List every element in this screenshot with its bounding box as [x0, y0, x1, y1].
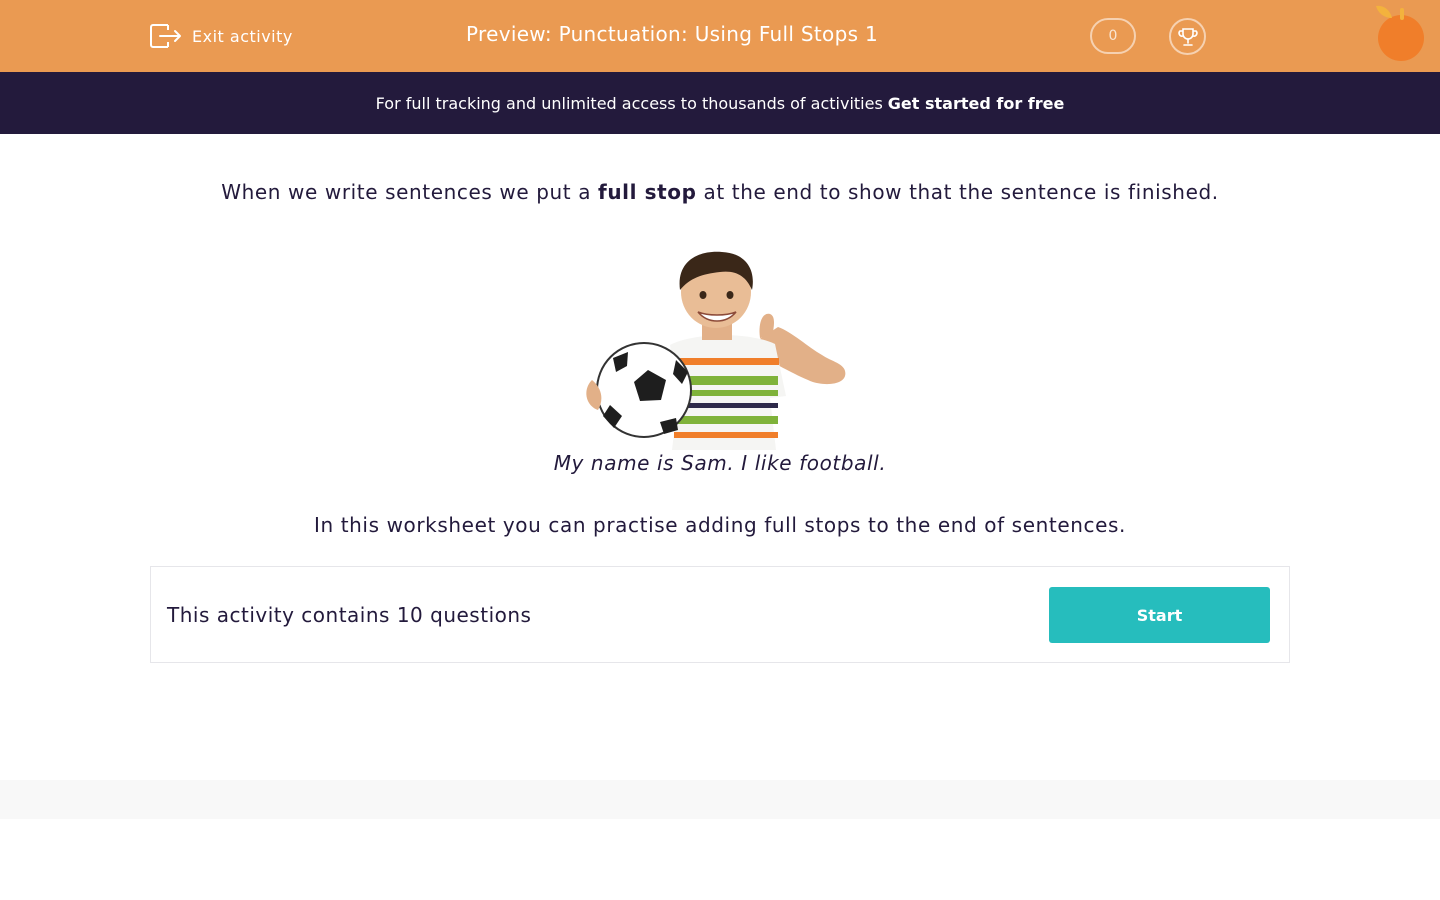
boy-with-football-image — [586, 251, 846, 450]
orange-logo[interactable] — [1370, 4, 1432, 64]
activity-card: This activity contains 10 questions Star… — [150, 566, 1290, 663]
question-count-text: This activity contains 10 questions — [167, 603, 532, 627]
trophy-button[interactable] — [1169, 18, 1206, 55]
trophy-icon — [1177, 27, 1198, 46]
intro-bold-term: full stop — [598, 180, 697, 204]
intro-text-end: at the end to show that the sentence is … — [696, 180, 1219, 204]
promo-text: For full tracking and unlimited access t… — [375, 93, 883, 113]
page-title: Preview: Punctuation: Using Full Stops 1 — [466, 22, 878, 46]
top-bar: Exit activity Preview: Punctuation: Usin… — [0, 0, 1440, 72]
intro-text: When we write sentences we put a full st… — [0, 180, 1440, 204]
get-started-link[interactable]: Get started for free — [888, 94, 1065, 113]
score-badge: 0 — [1090, 18, 1136, 54]
start-button[interactable]: Start — [1049, 587, 1270, 643]
example-sentence: My name is Sam. I like football. — [553, 451, 887, 475]
worksheet-description: In this worksheet you can practise addin… — [313, 513, 1126, 537]
intro-text-start: When we write sentences we put a — [221, 180, 599, 204]
footer-strip — [0, 780, 1440, 819]
promo-banner: For full tracking and unlimited access t… — [0, 72, 1440, 134]
